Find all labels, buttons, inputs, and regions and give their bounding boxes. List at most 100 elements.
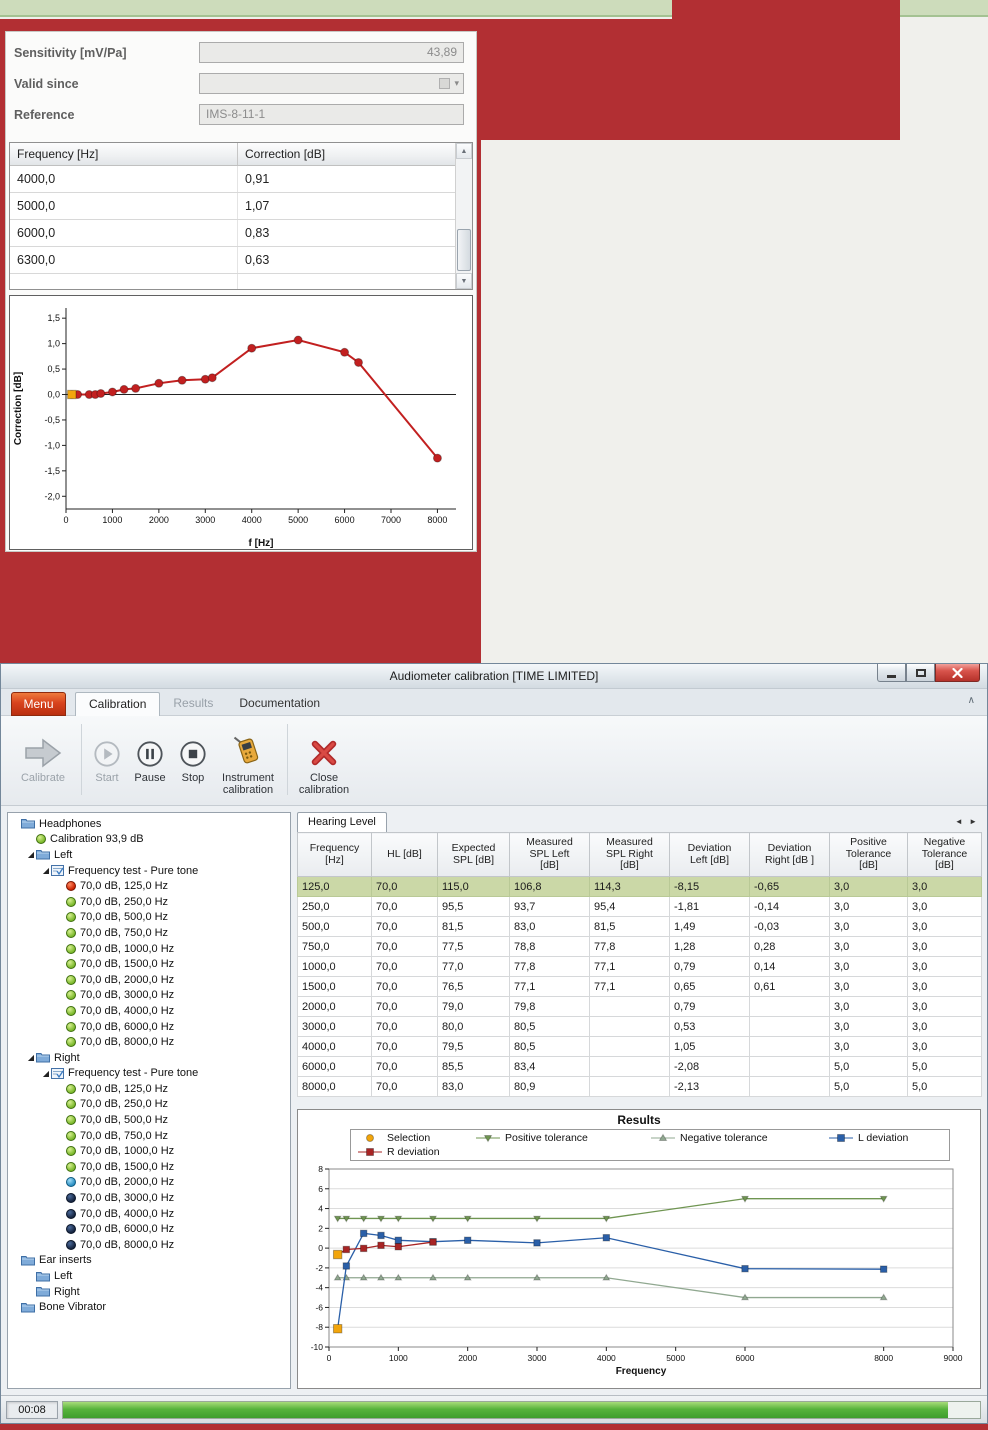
- folder-icon: [36, 1271, 50, 1282]
- hearing-col-header[interactable]: Deviation Left [dB]: [669, 832, 750, 877]
- sensitivity-field[interactable]: 43,89: [199, 42, 464, 63]
- tree-item[interactable]: 70,0 dB, 2000,0 Hz: [8, 1175, 290, 1191]
- tab-results[interactable]: Results: [160, 692, 226, 716]
- tree-item[interactable]: 70,0 dB, 125,0 Hz: [8, 878, 290, 894]
- tree-item[interactable]: 70,0 dB, 125,0 Hz: [8, 1081, 290, 1097]
- hearing-row[interactable]: 8000,0 70,0 83,0 80,9 -2,13 5,0 5,0: [297, 1076, 982, 1097]
- correction-chart: 1,5 1,0 0,5 0,0 -0,5 -1,0 -1,5 -2,0 0 1000 2000 300…: [13, 308, 456, 549]
- tree-item[interactable]: 70,0 dB, 4000,0 Hz: [8, 1003, 290, 1019]
- tree-item[interactable]: 70,0 dB, 8000,0 Hz: [8, 1034, 290, 1050]
- correction-row[interactable]: 5000,0 1,07: [10, 193, 455, 220]
- tab-documentation[interactable]: Documentation: [226, 692, 333, 716]
- tab-calibration[interactable]: Calibration: [75, 692, 161, 716]
- hearing-col-header[interactable]: Deviation Right [dB ]: [749, 832, 830, 877]
- tree-item[interactable]: 70,0 dB, 3000,0 Hz: [8, 988, 290, 1004]
- tree-item[interactable]: ◢ Frequency test - Pure tone: [8, 1066, 290, 1082]
- maximize-icon: [915, 668, 926, 677]
- tree-item[interactable]: 70,0 dB, 250,0 Hz: [8, 894, 290, 910]
- hearing-col-header[interactable]: HL [dB]: [371, 832, 438, 877]
- hearing-row[interactable]: 750,0 70,0 77,5 78,8 77,8 1,28 0,28 3,0 3,0: [297, 936, 982, 957]
- tree-item[interactable]: 70,0 dB, 4000,0 Hz: [8, 1206, 290, 1222]
- calibrate-button[interactable]: Calibrate: [11, 722, 75, 784]
- close-calibration-button[interactable]: Close calibration: [293, 722, 355, 796]
- tree-item[interactable]: 70,0 dB, 1500,0 Hz: [8, 956, 290, 972]
- hearing-col-header[interactable]: Positive Tolerance [dB]: [829, 832, 908, 877]
- tree-item[interactable]: Calibration 93,9 dB: [8, 832, 290, 848]
- tree-item[interactable]: Headphones: [8, 816, 290, 832]
- date-dropdown-button[interactable]: ▾: [427, 74, 463, 93]
- title-bar[interactable]: Audiometer calibration [TIME LIMITED]: [1, 664, 987, 689]
- tree-item[interactable]: 70,0 dB, 250,0 Hz: [8, 1097, 290, 1113]
- calibrate-arrow-icon: [11, 722, 75, 768]
- tree-item[interactable]: 70,0 dB, 8000,0 Hz: [8, 1237, 290, 1253]
- tree-item[interactable]: ◢ Frequency test - Pure tone: [8, 863, 290, 879]
- hearing-row[interactable]: 1000,0 70,0 77,0 77,8 77,1 0,79 0,14 3,0 3,0: [297, 956, 982, 977]
- expander-icon[interactable]: ◢: [41, 1069, 51, 1078]
- hearing-row[interactable]: 4000,0 70,0 79,5 80,5 1,05 3,0 3,0: [297, 1036, 982, 1057]
- hearing-col-header[interactable]: Frequency [Hz]: [297, 832, 372, 877]
- pause-button[interactable]: Pause: [131, 722, 169, 784]
- correction-col-correction[interactable]: Correction [dB]: [238, 143, 455, 165]
- hearing-col-header[interactable]: Measured SPL Left [dB]: [509, 832, 590, 877]
- results-chart-panel: Results Selection Positive tolerance Negat…: [297, 1109, 981, 1389]
- correction-table-scrollbar[interactable]: ▲ ▼: [455, 143, 472, 289]
- tree-item[interactable]: Bone Vibrator: [8, 1299, 290, 1315]
- correction-row[interactable]: 4000,0 0,91: [10, 166, 455, 193]
- hearing-row[interactable]: 1500,0 70,0 76,5 77,1 77,1 0,65 0,61 3,0 3,0: [297, 976, 982, 997]
- ribbon-collapse-icon[interactable]: ∧: [968, 695, 975, 706]
- hearing-row[interactable]: 2000,0 70,0 79,0 79,8 0,79 3,0 3,0: [297, 996, 982, 1017]
- correction-col-frequency[interactable]: Frequency [Hz]: [10, 143, 238, 165]
- svg-text:9000: 9000: [944, 1353, 963, 1363]
- tree-item[interactable]: ◢ Left: [8, 847, 290, 863]
- scroll-up-icon[interactable]: ▲: [456, 143, 472, 159]
- instrument-calibration-button[interactable]: Instrument calibration: [215, 722, 281, 796]
- legend-item: L deviation: [828, 1131, 940, 1145]
- correction-row[interactable]: 6000,0 0,83: [10, 220, 455, 247]
- instrument-icon: [215, 722, 281, 768]
- close-button[interactable]: [935, 664, 980, 682]
- expander-icon[interactable]: ◢: [26, 1053, 36, 1062]
- reference-field[interactable]: IMS-8-11-1: [199, 104, 464, 125]
- scrollbar-thumb[interactable]: [457, 229, 471, 271]
- dot-green-status-icon: [66, 927, 76, 938]
- correction-row[interactable]: 6300,0 0,63: [10, 247, 455, 274]
- dot-green-status-icon: [66, 990, 76, 1001]
- minimize-button[interactable]: [877, 664, 906, 682]
- tree-item[interactable]: 70,0 dB, 2000,0 Hz: [8, 972, 290, 988]
- tree-item[interactable]: 70,0 dB, 1000,0 Hz: [8, 941, 290, 957]
- hearing-row[interactable]: 3000,0 70,0 80,0 80,5 0,53 3,0 3,0: [297, 1016, 982, 1037]
- maximize-button[interactable]: [906, 664, 935, 682]
- tree-item[interactable]: 70,0 dB, 3000,0 Hz: [8, 1190, 290, 1206]
- tree-item[interactable]: 70,0 dB, 6000,0 Hz: [8, 1221, 290, 1237]
- tree-item[interactable]: Left: [8, 1268, 290, 1284]
- expander-icon[interactable]: ◢: [26, 850, 36, 859]
- tab-scroll-left-icon[interactable]: ◄: [955, 817, 963, 826]
- hearing-col-header[interactable]: Expected SPL [dB]: [437, 832, 510, 877]
- tree-item[interactable]: 70,0 dB, 500,0 Hz: [8, 910, 290, 926]
- tree-item[interactable]: 70,0 dB, 1500,0 Hz: [8, 1159, 290, 1175]
- hearing-col-header[interactable]: Measured SPL Right [dB]: [589, 832, 670, 877]
- valid-since-field[interactable]: 28. februar 2011 ▾: [199, 73, 464, 94]
- tree-item[interactable]: 70,0 dB, 1000,0 Hz: [8, 1143, 290, 1159]
- tree-item[interactable]: 70,0 dB, 6000,0 Hz: [8, 1019, 290, 1035]
- start-button[interactable]: Start: [89, 722, 125, 784]
- correction-row[interactable]: [10, 274, 455, 289]
- hearing-row[interactable]: 125,0 70,0 115,0 106,8 114,3 -8,15 -0,65 3,0 3,0: [297, 876, 982, 897]
- menu-button[interactable]: Menu: [11, 692, 66, 716]
- svg-text:-1,5: -1,5: [44, 466, 60, 476]
- scroll-down-icon[interactable]: ▼: [456, 273, 472, 289]
- tree-item[interactable]: Right: [8, 1284, 290, 1300]
- expander-icon[interactable]: ◢: [41, 866, 51, 875]
- tree-item[interactable]: 70,0 dB, 750,0 Hz: [8, 925, 290, 941]
- tree-item[interactable]: Ear inserts: [8, 1253, 290, 1269]
- tree-item[interactable]: 70,0 dB, 750,0 Hz: [8, 1128, 290, 1144]
- tab-scroll-right-icon[interactable]: ►: [969, 817, 977, 826]
- tree-item[interactable]: ◢ Right: [8, 1050, 290, 1066]
- tree-item[interactable]: 70,0 dB, 500,0 Hz: [8, 1112, 290, 1128]
- hearing-row[interactable]: 250,0 70,0 95,5 93,7 95,4 -1,81 -0,14 3,0 3,0: [297, 896, 982, 917]
- hearing-col-header[interactable]: Negative Tolerance [dB]: [907, 832, 982, 877]
- hearing-row[interactable]: 500,0 70,0 81,5 83,0 81,5 1,49 -0,03 3,0 3,0: [297, 916, 982, 937]
- hearing-row[interactable]: 6000,0 70,0 85,5 83,4 -2,08 5,0 5,0: [297, 1056, 982, 1077]
- stop-button[interactable]: Stop: [175, 722, 211, 784]
- tab-hearing-level[interactable]: Hearing Level: [297, 812, 387, 832]
